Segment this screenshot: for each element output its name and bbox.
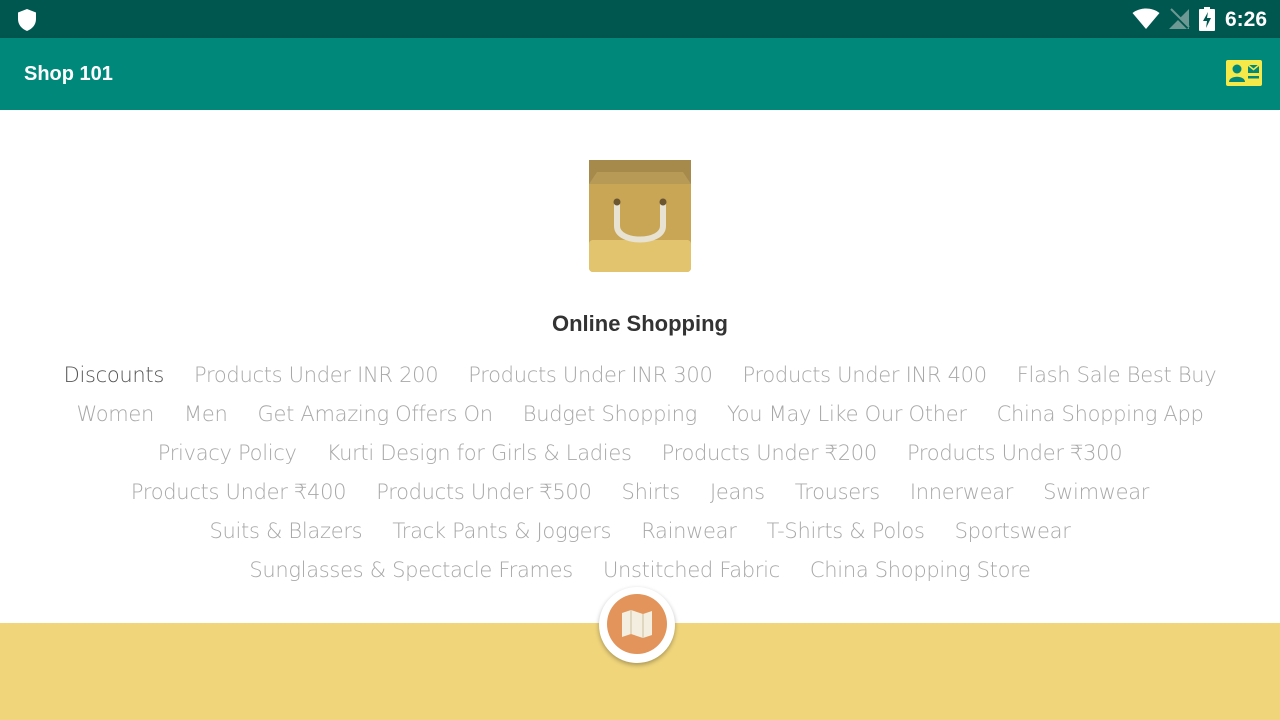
category-tag[interactable]: Products Under INR 200 xyxy=(179,360,453,390)
category-tag[interactable]: Products Under INR 400 xyxy=(728,360,1002,390)
category-tag[interactable]: China Shopping App xyxy=(982,399,1219,429)
app-title: Shop 101 xyxy=(24,63,113,85)
category-tag[interactable]: Kurti Design for Girls & Ladies xyxy=(312,438,647,468)
category-tag[interactable]: Trousers xyxy=(780,477,895,507)
page-heading: Online Shopping xyxy=(552,311,728,336)
category-tag[interactable]: Track Pants & Joggers xyxy=(377,516,626,546)
category-tag[interactable]: Discounts xyxy=(49,360,179,390)
app-bar: Shop 101 xyxy=(0,38,1280,110)
battery-charging-icon xyxy=(1199,7,1215,31)
category-tag[interactable]: Products Under ₹500 xyxy=(361,477,606,507)
wifi-icon xyxy=(1132,8,1160,29)
shield-icon xyxy=(18,9,36,31)
contact-card-icon[interactable] xyxy=(1222,56,1264,92)
category-tag[interactable]: Suits & Blazers xyxy=(194,516,377,546)
category-tag[interactable]: Products Under ₹400 xyxy=(116,477,361,507)
category-tag[interactable]: Sunglasses & Spectacle Frames xyxy=(234,555,588,585)
category-tag[interactable]: Products Under INR 300 xyxy=(453,360,727,390)
category-tag[interactable]: Budget Shopping xyxy=(508,399,712,429)
category-tag[interactable]: Privacy Policy xyxy=(143,438,312,468)
category-tag[interactable]: You May Like Our Other xyxy=(712,399,982,429)
category-tags: Discounts Products Under INR 200 Products … xyxy=(40,360,1240,585)
map-button[interactable] xyxy=(599,587,675,663)
category-tag[interactable]: China Shopping Store xyxy=(795,555,1046,585)
category-tag[interactable]: Sportswear xyxy=(940,516,1086,546)
category-tag[interactable]: Shirts xyxy=(607,477,695,507)
clock-time: 6:26 xyxy=(1225,8,1268,31)
category-tag[interactable]: T-Shirts & Polos xyxy=(752,516,940,546)
category-tag[interactable]: Products Under ₹300 xyxy=(892,438,1137,468)
main-content: Online Shopping Discounts Products Under … xyxy=(0,110,1280,623)
category-tag[interactable]: Swimwear xyxy=(1028,477,1164,507)
category-tag[interactable]: Rainwear xyxy=(626,516,751,546)
status-bar: 6:26 xyxy=(0,0,1280,38)
category-tag[interactable]: Men xyxy=(169,399,242,429)
shopping-bag-icon xyxy=(589,160,691,272)
category-tag[interactable]: Get Amazing Offers On xyxy=(243,399,508,429)
no-signal-icon xyxy=(1168,8,1190,30)
category-tag[interactable]: Innerwear xyxy=(895,477,1028,507)
category-tag[interactable]: Jeans xyxy=(695,477,780,507)
category-tag[interactable]: Women xyxy=(61,399,169,429)
category-tag[interactable]: Products Under ₹200 xyxy=(647,438,892,468)
category-tag[interactable]: Unstitched Fabric xyxy=(588,555,795,585)
category-tag[interactable]: Flash Sale Best Buy xyxy=(1002,360,1232,390)
map-icon xyxy=(622,610,652,638)
